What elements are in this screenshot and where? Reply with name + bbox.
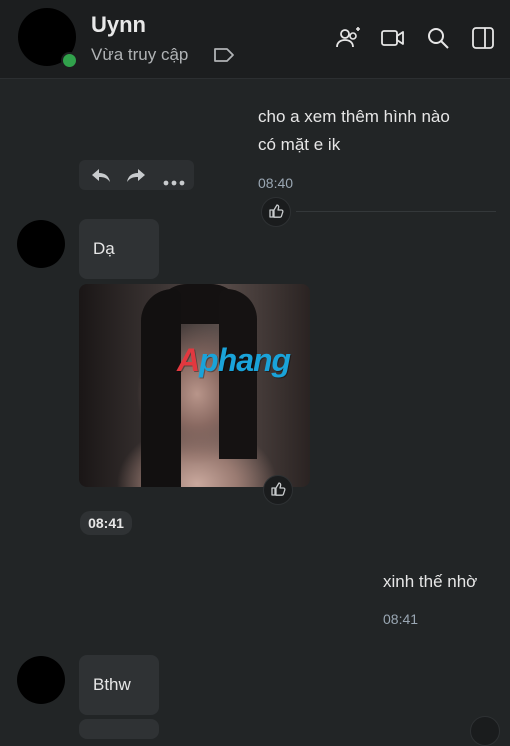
message-line: cho a xem thêm hình nào — [258, 107, 450, 126]
photo-attachment[interactable]: Aphang — [79, 284, 310, 487]
online-status-dot — [61, 52, 78, 69]
like-reaction-button[interactable] — [470, 716, 500, 746]
message-text: Dạ — [93, 239, 115, 258]
like-reaction-button[interactable] — [261, 197, 291, 227]
message-action-bar — [79, 160, 194, 190]
message-text: Bthw — [93, 675, 131, 694]
video-call-icon[interactable] — [380, 25, 406, 51]
incoming-message-bubble[interactable]: Bthw — [79, 655, 159, 715]
sidebar-toggle-icon[interactable] — [470, 25, 496, 51]
contact-avatar[interactable] — [17, 656, 65, 704]
add-group-icon[interactable] — [335, 25, 361, 51]
more-options-icon[interactable] — [163, 173, 185, 191]
watermark-logo: Aphang — [177, 342, 291, 378]
outgoing-message-text[interactable]: xinh thế nhờ — [383, 568, 477, 596]
contact-name[interactable]: Uynn — [91, 12, 146, 38]
incoming-message-bubble[interactable]: Dạ — [79, 219, 159, 279]
search-icon[interactable] — [425, 25, 451, 51]
forward-icon[interactable] — [125, 166, 147, 189]
message-line: có mặt e ik — [258, 135, 341, 154]
tag-icon[interactable] — [213, 46, 235, 69]
chat-header: Uynn Vừa truy cập — [0, 0, 510, 79]
message-time: 08:41 — [383, 611, 419, 627]
message-time: 08:40 — [258, 175, 294, 191]
like-reaction-button[interactable] — [263, 475, 293, 505]
message-time-pill: 08:41 — [80, 511, 132, 535]
reply-icon[interactable] — [90, 166, 112, 189]
outgoing-message-text[interactable]: cho a xem thêm hình nào có mặt e ik — [258, 103, 450, 159]
incoming-message-bubble[interactable] — [79, 719, 159, 739]
contact-status: Vừa truy cập — [91, 45, 189, 64]
contact-avatar[interactable] — [17, 220, 65, 268]
divider — [296, 211, 496, 212]
